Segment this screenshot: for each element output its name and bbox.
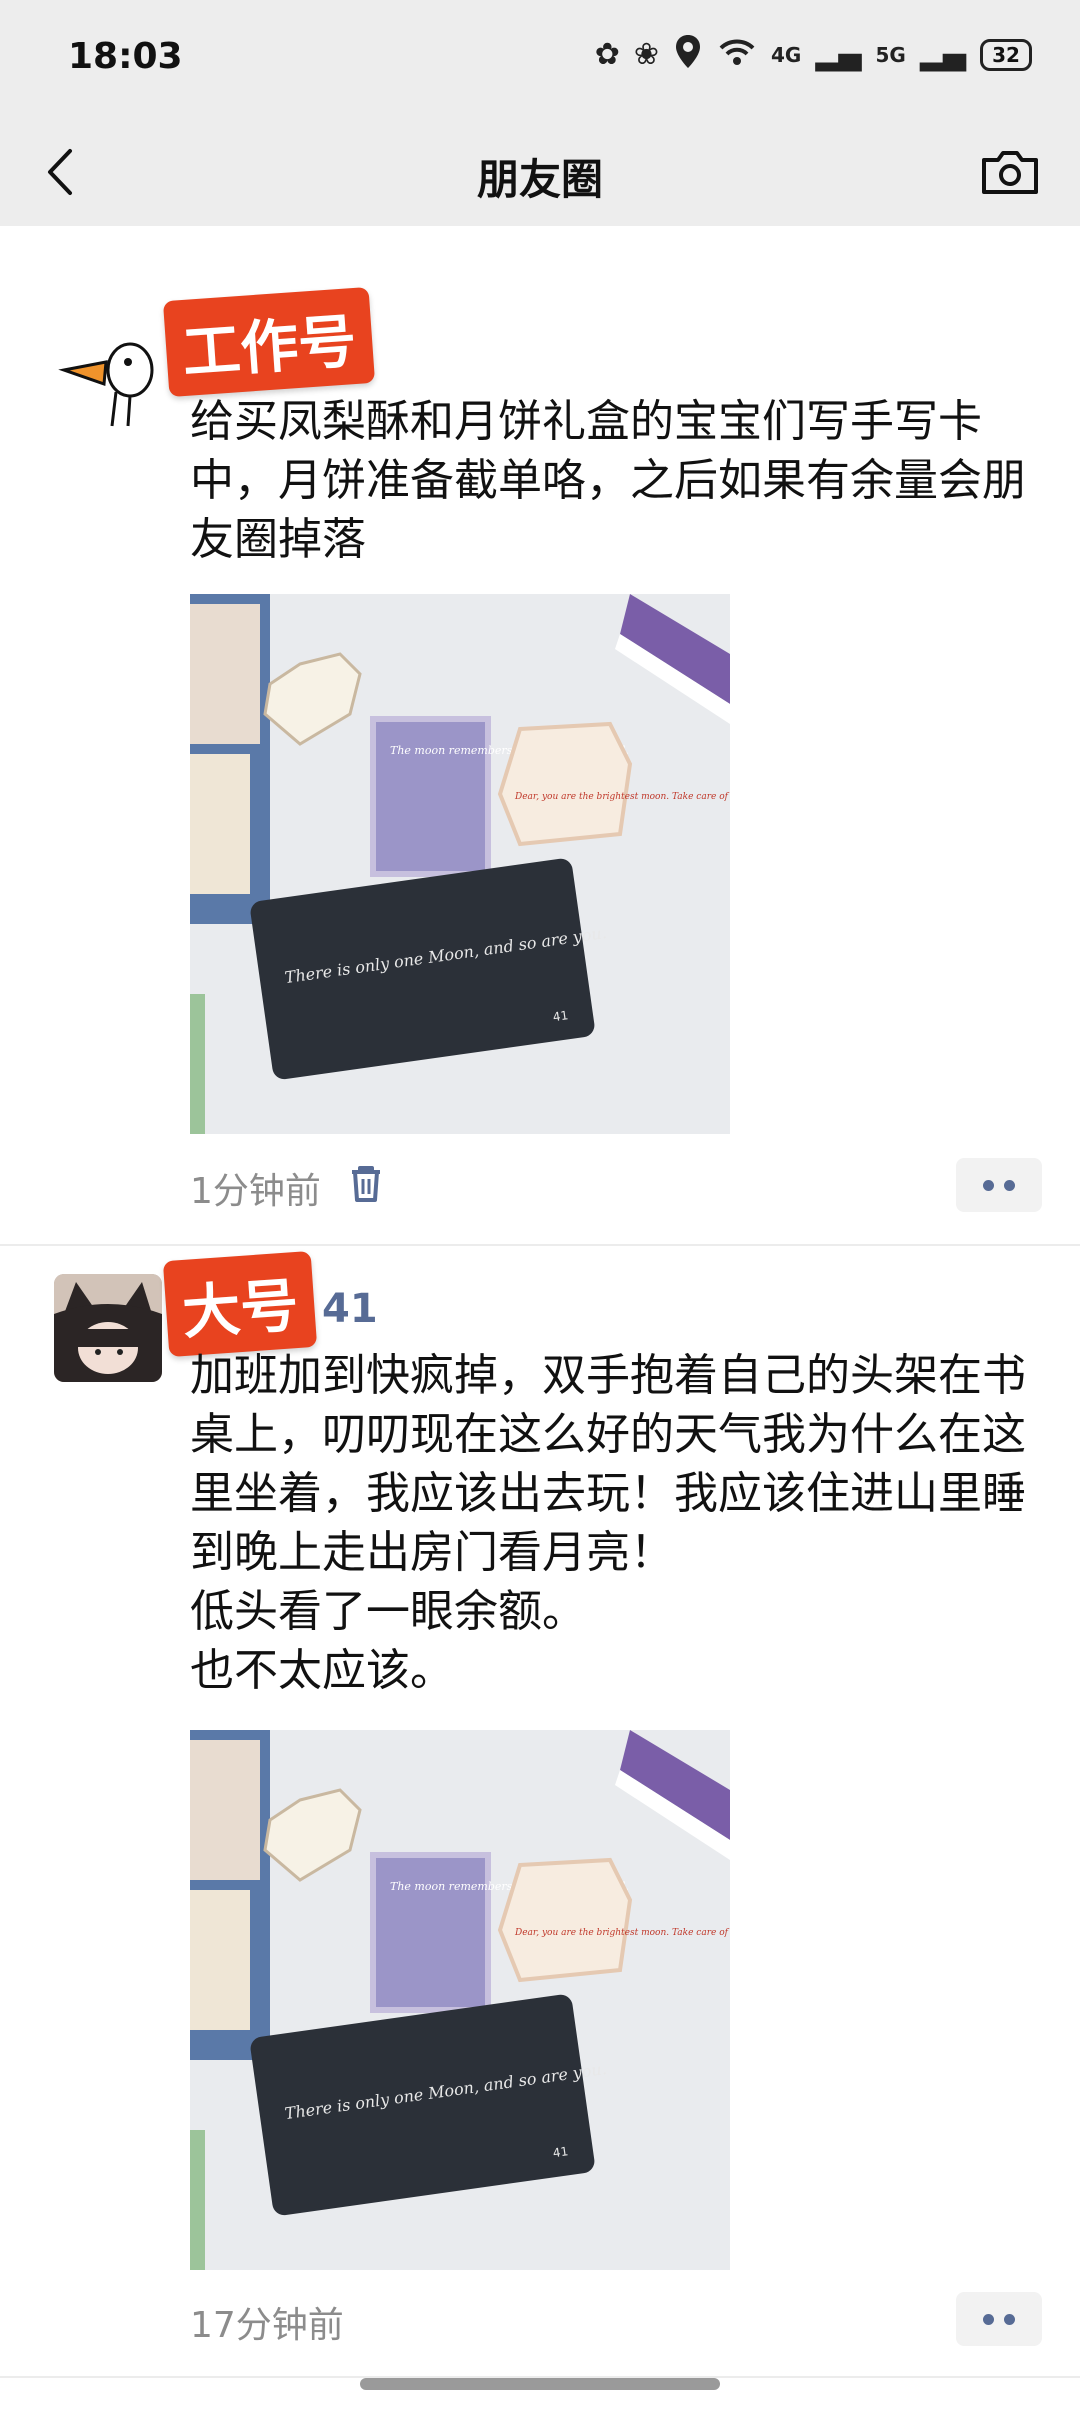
post-image[interactable]: The moon remembers everything you said. … bbox=[190, 594, 730, 1134]
battery-indicator: 32 bbox=[980, 39, 1032, 71]
more-actions-button[interactable] bbox=[956, 2292, 1042, 2346]
goose-avatar-icon bbox=[58, 342, 154, 427]
card-photo: The moon remembers everything you said. … bbox=[190, 1730, 730, 2270]
wifi-icon bbox=[717, 36, 757, 74]
moment-post: 工作号 给买凤梨酥和月饼礼盒的宝宝们写手写卡中，月饼准备截单咯，之后如果有余量会… bbox=[0, 226, 1080, 1244]
post-time: 17分钟前 bbox=[190, 2305, 344, 2346]
camera-icon bbox=[982, 151, 1038, 194]
nickname[interactable]: 41 bbox=[322, 1286, 378, 1332]
more-actions-button[interactable] bbox=[956, 1158, 1042, 1212]
card-photo: The moon remembers everything you said. … bbox=[190, 594, 730, 1134]
paw-icon: ✿ bbox=[594, 37, 620, 72]
page-title: 朋友圈 bbox=[476, 155, 603, 204]
status-bar: 18:03 ✿ ❀ 4G ▂▄ 5G ▂▄ 32 bbox=[0, 0, 1080, 122]
navigation-bar: 朋友圈 bbox=[0, 122, 1080, 226]
cat-girl-avatar-icon bbox=[54, 1274, 162, 1382]
signal-bars-icon: ▂▄ bbox=[919, 37, 966, 72]
moment-post: 大号 41 加班加到快疯掉，双手抱着自己的头架在书桌上，叨叨现在这么好的天气我为… bbox=[0, 1246, 1080, 2376]
card-number: 41 bbox=[552, 1008, 569, 1024]
post-text: 给买凤梨酥和月饼礼盒的宝宝们写手写卡中，月饼准备截单咯，之后如果有余量会朋友圈掉… bbox=[190, 396, 1026, 565]
card-number: 41 bbox=[552, 2144, 569, 2160]
trash-icon bbox=[352, 1166, 380, 1202]
post-text: 加班加到快疯掉，双手抱着自己的头架在书桌上，叨叨现在这么好的天气我为什么在这里坐… bbox=[190, 1350, 1026, 1696]
post-time: 1分钟前 bbox=[190, 1171, 321, 1212]
dot-icon bbox=[1004, 2313, 1015, 2325]
card-cream-text: Dear, you are the brightest moon. Take c… bbox=[514, 1928, 730, 1938]
flower-icon: ❀ bbox=[633, 37, 659, 72]
home-indicator[interactable] bbox=[360, 2378, 720, 2390]
camera-button[interactable] bbox=[974, 140, 1046, 204]
status-icons: ✿ ❀ 4G ▂▄ 5G ▂▄ 32 bbox=[595, 34, 1032, 76]
avatar[interactable] bbox=[54, 326, 162, 434]
dot-icon bbox=[983, 2313, 994, 2325]
dot-icon bbox=[983, 1179, 994, 1191]
account-tag: 工作号 bbox=[162, 286, 376, 398]
delete-button[interactable] bbox=[348, 1164, 388, 1204]
signal-4g: 4G bbox=[771, 43, 802, 67]
cat-icon: ▂▄ bbox=[815, 37, 862, 72]
avatar[interactable] bbox=[54, 1274, 162, 1382]
account-tag: 大号 bbox=[162, 1250, 318, 1358]
dot-icon bbox=[1004, 1179, 1015, 1191]
post-image[interactable]: The moon remembers everything you said. … bbox=[190, 1730, 730, 2270]
location-icon bbox=[673, 34, 703, 76]
status-time: 18:03 bbox=[68, 36, 183, 77]
signal-5g: 5G bbox=[875, 43, 906, 67]
card-cream-text: Dear, you are the brightest moon. Take c… bbox=[514, 792, 730, 802]
